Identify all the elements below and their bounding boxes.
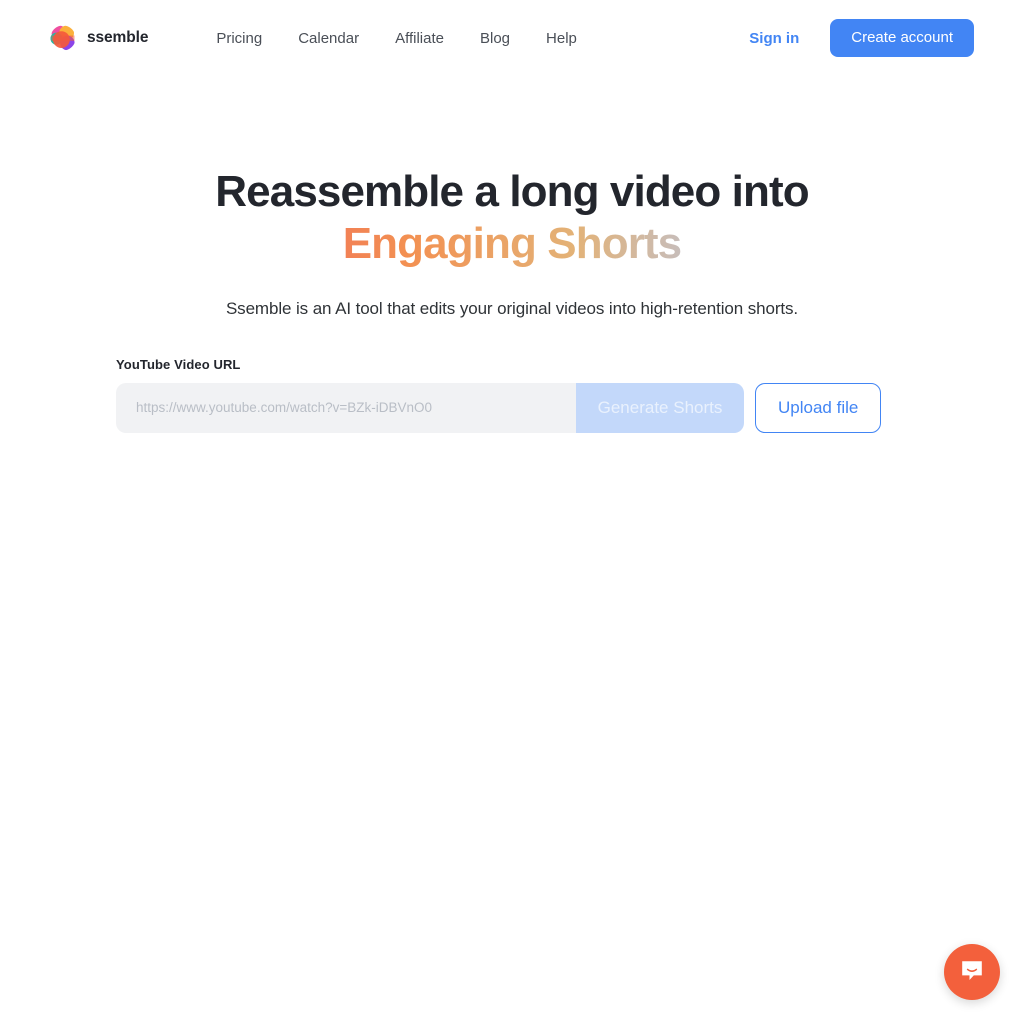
- generate-shorts-button[interactable]: Generate Shorts: [576, 382, 744, 433]
- create-account-button[interactable]: Create account: [830, 19, 974, 57]
- site-header: ssemble Pricing Calendar Affiliate Blog …: [0, 0, 1024, 76]
- nav-item-affiliate[interactable]: Affiliate: [377, 22, 462, 55]
- url-input-group: Generate Shorts: [116, 382, 744, 433]
- nav-item-help[interactable]: Help: [528, 22, 595, 55]
- hero-section: Reassemble a long video into Engaging Sh…: [0, 76, 1024, 319]
- headline-line-2-accent: Engaging Shorts: [0, 218, 1024, 270]
- chat-launcher-button[interactable]: [944, 944, 1000, 1000]
- chat-smile-bubble-icon: [959, 958, 985, 987]
- main-nav: Pricing Calendar Affiliate Blog Help: [198, 22, 595, 55]
- nav-item-calendar[interactable]: Calendar: [280, 22, 377, 55]
- url-form-section: YouTube Video URL Generate Shorts Upload…: [0, 357, 1024, 433]
- ssemble-logo-icon: [50, 25, 76, 51]
- page-title: Reassemble a long video into Engaging Sh…: [0, 166, 1024, 270]
- hero-subtitle: Ssemble is an AI tool that edits your or…: [225, 298, 799, 318]
- headline-line-1: Reassemble a long video into: [215, 167, 809, 216]
- header-actions: Sign in Create account: [749, 19, 974, 57]
- brand-name: ssemble: [87, 29, 149, 46]
- nav-item-pricing[interactable]: Pricing: [198, 22, 280, 55]
- url-input-row: Generate Shorts Upload file: [116, 382, 882, 433]
- youtube-url-input[interactable]: [116, 382, 576, 433]
- sign-in-link[interactable]: Sign in: [749, 30, 799, 47]
- brand-home-link[interactable]: ssemble: [50, 25, 148, 51]
- nav-item-blog[interactable]: Blog: [462, 22, 528, 55]
- upload-file-button[interactable]: Upload file: [755, 382, 882, 433]
- main-content: Reassemble a long video into Engaging Sh…: [0, 76, 1024, 433]
- youtube-url-label: YouTube Video URL: [116, 356, 241, 372]
